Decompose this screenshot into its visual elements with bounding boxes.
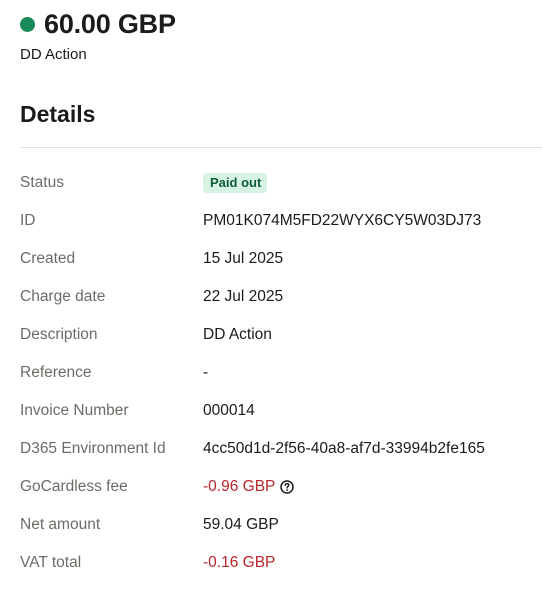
payment-header: 60.00 GBP [20,6,176,42]
detail-value: 4cc50d1d-2f56-40a8-af7d-33994b2fe165 [203,440,485,457]
detail-value: - [203,364,209,381]
detail-value: 22 Jul 2025 [203,288,284,305]
detail-row-environment-id: D365 Environment Id 4cc50d1d-2f56-40a8-a… [20,430,542,468]
payment-detail-page: 60.00 GBP DD Action Details Status Paid … [0,0,542,590]
details-heading: Details [20,101,96,127]
detail-label: ID [20,212,36,229]
detail-row-charge-date: Charge date 22 Jul 2025 [20,278,542,316]
detail-label: D365 Environment Id [20,440,166,457]
detail-row-gocardless-fee: GoCardless fee -0.96 GBP [20,468,542,506]
detail-label: Created [20,250,76,267]
detail-value: 000014 [203,402,255,419]
details-list: Status Paid out ID PM01K074M5FD22WYX6CY5… [20,164,542,582]
payment-description: DD Action [20,46,87,63]
detail-row-status: Status Paid out [20,164,542,202]
detail-row-id: ID PM01K074M5FD22WYX6CY5W03DJ73 [20,202,542,240]
detail-label: VAT total [20,554,82,571]
detail-label: Status [20,174,64,191]
status-dot-icon [20,16,35,32]
detail-label: GoCardless fee [20,478,128,495]
detail-label: Charge date [20,288,106,305]
detail-label: Reference [20,364,92,381]
detail-row-vat-total: VAT total -0.16 GBP [20,544,542,582]
detail-row-net-amount: Net amount 59.04 GBP [20,506,542,544]
payment-amount: 60.00 GBP [44,9,176,39]
detail-value: -0.96 GBP [203,478,276,495]
detail-value: 15 Jul 2025 [203,250,284,267]
detail-value: 59.04 GBP [203,516,279,533]
status-badge: Paid out [203,173,268,193]
detail-label: Invoice Number [20,402,129,419]
detail-row-created: Created 15 Jul 2025 [20,240,542,278]
detail-row-reference: Reference - [20,354,542,392]
detail-label: Net amount [20,516,101,533]
question-circle-icon[interactable] [280,480,295,494]
detail-value: PM01K074M5FD22WYX6CY5W03DJ73 [203,212,482,229]
detail-label: Description [20,326,98,343]
question-circle-icon-svg [280,480,295,494]
detail-row-invoice-number: Invoice Number 000014 [20,392,542,430]
divider [20,147,542,148]
detail-value: DD Action [203,326,272,343]
detail-row-description: Description DD Action [20,316,542,354]
detail-value: -0.16 GBP [203,554,276,571]
